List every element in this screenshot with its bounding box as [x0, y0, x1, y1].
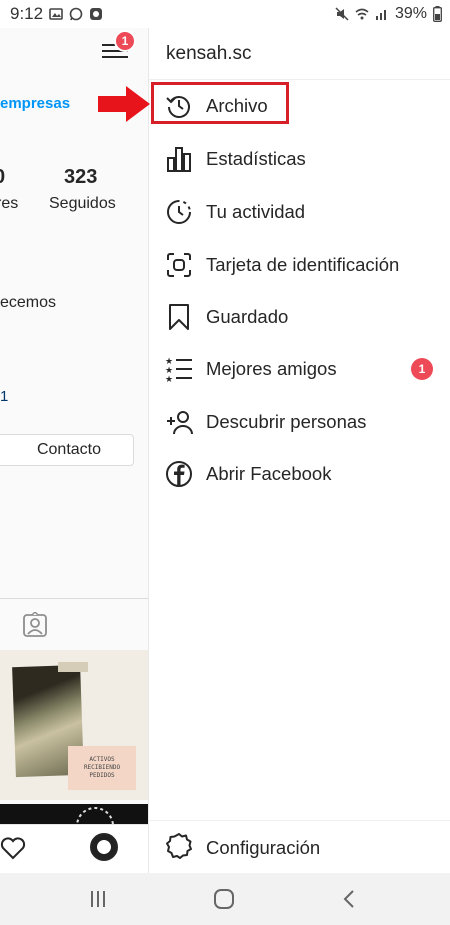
followers-label[interactable]: res: [0, 195, 18, 213]
menu-label: Mejores amigos: [206, 358, 337, 379]
tab-divider: [0, 598, 148, 599]
menu-label: Estadísticas: [206, 148, 306, 169]
menu-item-mejores-amigos[interactable]: ★ ★ ★ Mejores amigos 1: [149, 345, 450, 393]
bio-link[interactable]: 1: [0, 388, 8, 405]
add-person-icon: [165, 408, 193, 436]
spiral-logo-icon: [76, 807, 114, 824]
menu-label: Tarjeta de identificación: [206, 254, 400, 275]
whatsapp-icon: [69, 7, 83, 21]
menu-label: Archivo: [206, 95, 268, 116]
drawer-username: kensah.sc: [149, 28, 450, 80]
facebook-icon: [165, 460, 193, 488]
settings-label: Configuración: [206, 837, 321, 858]
side-drawer: kensah.sc Archivo Estadísticas Tu activi…: [148, 28, 450, 873]
recent-apps-icon[interactable]: [86, 887, 110, 911]
post-card-line: ACTIVOS: [89, 755, 115, 763]
post-thumbnail[interactable]: ACTIVOS RECIBIENDO PEDIDOS: [0, 650, 148, 800]
contact-button[interactable]: Contacto: [0, 434, 134, 466]
svg-text:★: ★: [165, 375, 173, 383]
menu-item-guardado[interactable]: Guardado: [149, 293, 450, 341]
menu-label: Tu actividad: [206, 201, 306, 222]
activity-icon: [165, 198, 193, 226]
close-friends-icon: ★ ★ ★: [165, 355, 193, 383]
post-card: ACTIVOS RECIBIENDO PEDIDOS: [68, 746, 136, 790]
menu-item-descubrir-personas[interactable]: Descubrir personas: [149, 398, 450, 446]
following-label[interactable]: Seguidos: [49, 195, 116, 213]
notification-badge: 1: [114, 30, 136, 52]
menu-item-tarjeta[interactable]: Tarjeta de identificación: [149, 241, 450, 289]
settings-row[interactable]: Configuración: [149, 820, 450, 873]
heart-icon[interactable]: [0, 835, 26, 861]
home-icon[interactable]: [212, 887, 236, 911]
profile-avatar[interactable]: [90, 833, 118, 861]
battery-icon: [433, 6, 442, 22]
system-nav-bar: [0, 873, 450, 925]
nametag-icon: [165, 251, 193, 279]
tagged-posts-icon[interactable]: [22, 612, 48, 638]
followers-count[interactable]: 0: [0, 166, 5, 189]
camera-app-icon: [90, 8, 103, 20]
gallery-icon: [49, 8, 63, 20]
back-icon[interactable]: [338, 887, 362, 911]
menu-item-abrir-facebook[interactable]: Abrir Facebook: [149, 450, 450, 498]
red-arrow-icon: [98, 86, 150, 122]
business-link[interactable]: empresas: [0, 95, 70, 112]
menu-label: Guardado: [206, 306, 289, 327]
post-thumbnail-dark[interactable]: [0, 804, 148, 824]
menu-label: Descubrir personas: [206, 411, 367, 432]
bio-text: ecemos: [0, 294, 57, 311]
menu-item-tu-actividad[interactable]: Tu actividad: [149, 188, 450, 236]
battery-level: 39%: [394, 5, 427, 22]
settings-icon: [166, 833, 192, 859]
status-bar: 9:12 39%: [0, 0, 450, 28]
post-card-line: RECIBIENDO: [83, 763, 121, 771]
following-count[interactable]: 323: [64, 166, 97, 189]
post-card-line: PEDIDOS: [89, 772, 115, 780]
menu-label: Abrir Facebook: [206, 463, 332, 484]
bookmark-icon: [165, 303, 193, 331]
mute-icon: [335, 7, 349, 21]
menu-item-estadisticas[interactable]: Estadísticas: [149, 135, 450, 183]
profile-bottom-nav: [0, 824, 148, 873]
signal-icon: [375, 10, 386, 20]
menu-item-archivo[interactable]: Archivo: [149, 82, 450, 130]
status-time: 9:12: [10, 4, 44, 23]
menu-line: [102, 56, 128, 58]
profile-background: 1 empresas 0 res 323 Seguidos ecemos 1 C…: [0, 28, 148, 873]
wifi-icon: [355, 8, 369, 20]
tape-decoration: [58, 662, 88, 672]
archive-icon: [165, 92, 193, 120]
menu-badge: 1: [411, 358, 433, 380]
insights-icon: [165, 145, 193, 173]
